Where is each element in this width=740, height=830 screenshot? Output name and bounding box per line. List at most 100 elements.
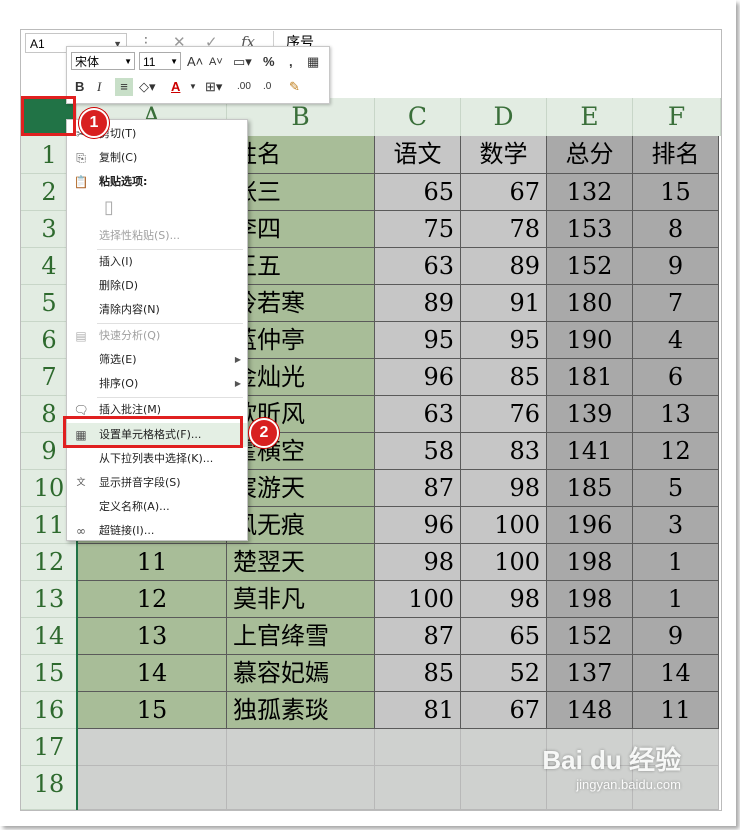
empty-cell[interactable]	[227, 766, 375, 810]
cell-b1[interactable]: 姓名	[227, 136, 375, 174]
percent-icon[interactable]: %	[263, 53, 275, 71]
cell-c8[interactable]: 63	[375, 396, 461, 433]
menu-item-filter[interactable]: 筛选(E) ▶	[67, 348, 247, 372]
cell-c9[interactable]: 58	[375, 433, 461, 470]
cell-b3[interactable]: 李四	[227, 211, 375, 248]
cell-c7[interactable]: 96	[375, 359, 461, 396]
cell-c2[interactable]: 65	[375, 174, 461, 211]
format-painter-icon[interactable]: ▭▾	[233, 53, 252, 71]
cell-f3[interactable]: 8	[633, 211, 719, 248]
cell-e9[interactable]: 141	[547, 433, 633, 470]
cell-b15[interactable]: 慕容妃嫣	[227, 655, 375, 692]
cell-e2[interactable]: 132	[547, 174, 633, 211]
cell-f9[interactable]: 12	[633, 433, 719, 470]
font-color-icon[interactable]: A	[171, 78, 180, 96]
cell-f7[interactable]: 6	[633, 359, 719, 396]
cell-d1[interactable]: 数学	[461, 136, 547, 174]
cell-f11[interactable]: 3	[633, 507, 719, 544]
menu-paste-option[interactable]: ▯	[67, 194, 247, 224]
cell-d4[interactable]: 89	[461, 248, 547, 285]
decrease-font-icon[interactable]: A˅	[209, 53, 223, 71]
cell-f5[interactable]: 7	[633, 285, 719, 322]
cell-d12[interactable]: 100	[461, 544, 547, 581]
fill-color-icon[interactable]: ◇▾	[139, 78, 156, 96]
cell-e8[interactable]: 139	[547, 396, 633, 433]
cell-a15[interactable]: 14	[78, 655, 227, 692]
cell-c5[interactable]: 89	[375, 285, 461, 322]
menu-item-clear-contents[interactable]: 清除内容(N)	[67, 298, 247, 322]
cell-b6[interactable]: 蓝仲亭	[227, 322, 375, 359]
cell-c16[interactable]: 81	[375, 692, 461, 729]
menu-item-pick-from-list[interactable]: 从下拉列表中选择(K)...	[67, 447, 247, 471]
cell-f6[interactable]: 4	[633, 322, 719, 359]
menu-item-insert[interactable]: 插入(I)	[67, 250, 247, 274]
column-header-d[interactable]: D	[461, 98, 547, 136]
cell-e14[interactable]: 152	[547, 618, 633, 655]
empty-cell[interactable]	[375, 729, 461, 766]
cell-b7[interactable]: 金灿光	[227, 359, 375, 396]
empty-cell[interactable]	[227, 729, 375, 766]
empty-cell[interactable]	[78, 766, 227, 810]
italic-icon[interactable]: I	[97, 78, 101, 96]
cell-d8[interactable]: 76	[461, 396, 547, 433]
row-header[interactable]: 15	[21, 655, 77, 692]
cell-a16[interactable]: 15	[78, 692, 227, 729]
cell-d9[interactable]: 83	[461, 433, 547, 470]
borders-icon[interactable]: ⊞▾	[205, 78, 222, 96]
cell-e12[interactable]: 198	[547, 544, 633, 581]
cell-a12[interactable]: 11	[78, 544, 227, 581]
cell-f13[interactable]: 1	[633, 581, 719, 618]
cell-f1[interactable]: 排名	[633, 136, 719, 174]
cell-b5[interactable]: 玲若寒	[227, 285, 375, 322]
cell-b10[interactable]: 宸游天	[227, 470, 375, 507]
empty-cell[interactable]	[461, 729, 547, 766]
cell-e5[interactable]: 180	[547, 285, 633, 322]
menu-item-paste-special[interactable]: 选择性粘贴(S)...	[67, 224, 247, 248]
cell-b11[interactable]: 风无痕	[227, 507, 375, 544]
cell-d3[interactable]: 78	[461, 211, 547, 248]
cell-b2[interactable]: 张三	[227, 174, 375, 211]
increase-font-icon[interactable]: A˄	[187, 53, 203, 71]
cell-d7[interactable]: 85	[461, 359, 547, 396]
menu-item-show-phonetic[interactable]: 文显示拼音字段(S)	[67, 471, 247, 495]
cell-e10[interactable]: 185	[547, 470, 633, 507]
menu-item-hyperlink[interactable]: ∞ 超链接(I)...	[67, 519, 247, 543]
cell-e3[interactable]: 153	[547, 211, 633, 248]
column-header-e[interactable]: E	[547, 98, 633, 136]
cell-d15[interactable]: 52	[461, 655, 547, 692]
column-header-f[interactable]: F	[633, 98, 721, 136]
row-header[interactable]: 13	[21, 581, 77, 618]
cell-e13[interactable]: 198	[547, 581, 633, 618]
cell-c13[interactable]: 100	[375, 581, 461, 618]
cell-e1[interactable]: 总分	[547, 136, 633, 174]
cell-e16[interactable]: 148	[547, 692, 633, 729]
cell-c6[interactable]: 95	[375, 322, 461, 359]
center-align-icon[interactable]: ≡	[115, 78, 133, 96]
cell-d13[interactable]: 98	[461, 581, 547, 618]
cell-c3[interactable]: 75	[375, 211, 461, 248]
cell-e4[interactable]: 152	[547, 248, 633, 285]
cell-f16[interactable]: 11	[633, 692, 719, 729]
menu-item-quick-analysis[interactable]: ▤ 快速分析(Q)	[67, 324, 247, 348]
cell-e7[interactable]: 181	[547, 359, 633, 396]
cell-c10[interactable]: 87	[375, 470, 461, 507]
bold-icon[interactable]: B	[75, 78, 84, 96]
cell-b12[interactable]: 楚翌天	[227, 544, 375, 581]
cell-d6[interactable]: 95	[461, 322, 547, 359]
empty-cell[interactable]	[375, 766, 461, 810]
font-name-select[interactable]: 宋体 ▼	[71, 52, 135, 70]
comma-icon[interactable]: ,	[289, 53, 293, 71]
row-header[interactable]: 16	[21, 692, 77, 729]
cell-c4[interactable]: 63	[375, 248, 461, 285]
menu-item-define-name[interactable]: 定义名称(A)...	[67, 495, 247, 519]
cell-a14[interactable]: 13	[78, 618, 227, 655]
menu-item-sort[interactable]: 排序(O) ▶	[67, 372, 247, 396]
cell-d14[interactable]: 65	[461, 618, 547, 655]
cell-c15[interactable]: 85	[375, 655, 461, 692]
cell-d10[interactable]: 98	[461, 470, 547, 507]
row-header[interactable]: 18	[21, 766, 77, 810]
empty-cell[interactable]	[78, 729, 227, 766]
cell-b13[interactable]: 莫非凡	[227, 581, 375, 618]
menu-item-copy[interactable]: ⎘ 复制(C)	[67, 146, 247, 170]
cell-b16[interactable]: 独孤素琰	[227, 692, 375, 729]
